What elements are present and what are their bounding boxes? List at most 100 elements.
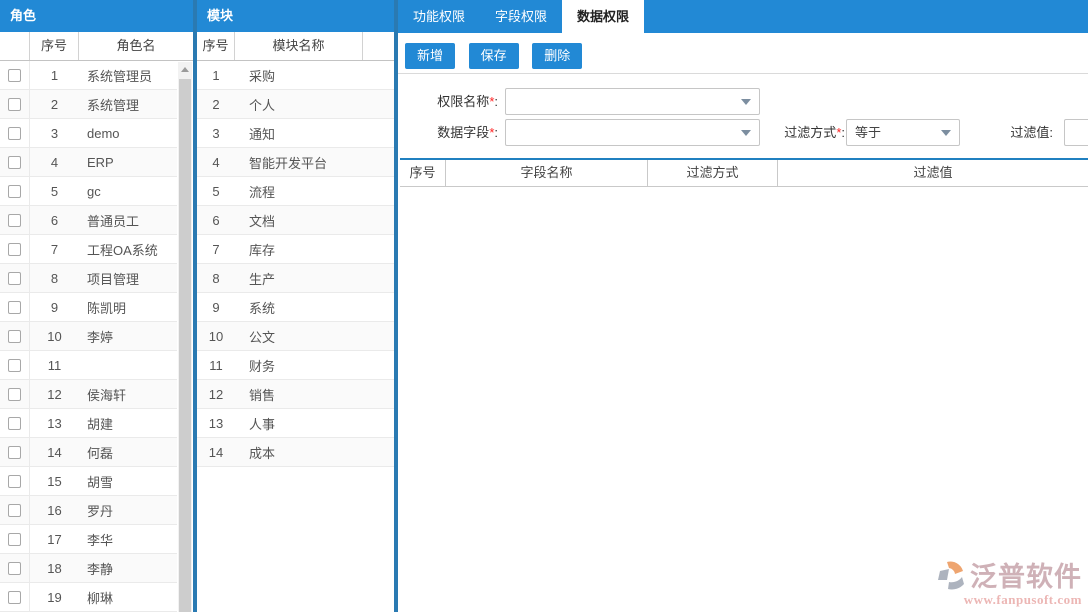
role-row[interactable]: 19 柳琳 <box>0 583 177 612</box>
role-name: 陈凯明 <box>79 298 177 317</box>
role-checkbox[interactable] <box>8 69 21 82</box>
role-row[interactable]: 16 罗丹 <box>0 496 177 525</box>
module-row[interactable]: 9 系统 <box>197 293 394 322</box>
module-number: 1 <box>197 68 235 83</box>
role-number: 9 <box>30 300 79 315</box>
role-row[interactable]: 4 ERP <box>0 148 177 177</box>
role-row[interactable]: 3 demo <box>0 119 177 148</box>
role-checkbox[interactable] <box>8 272 21 285</box>
role-checkbox-cell <box>0 467 30 495</box>
role-checkbox[interactable] <box>8 417 21 430</box>
tab-data-permission[interactable]: 数据权限 <box>562 0 644 36</box>
role-row[interactable]: 7 工程OA系统 <box>0 235 177 264</box>
role-checkbox[interactable] <box>8 98 21 111</box>
role-checkbox[interactable] <box>8 475 21 488</box>
filter-value-input[interactable] <box>1064 119 1088 146</box>
role-row[interactable]: 1 系统管理员 <box>0 61 177 90</box>
role-row[interactable]: 10 李婷 <box>0 322 177 351</box>
role-checkbox[interactable] <box>8 330 21 343</box>
role-row[interactable]: 14 何磊 <box>0 438 177 467</box>
role-row[interactable]: 5 gc <box>0 177 177 206</box>
tab-field-permission[interactable]: 字段权限 <box>480 0 562 36</box>
role-row[interactable]: 15 胡雪 <box>0 467 177 496</box>
role-checkbox-cell <box>0 380 30 408</box>
module-name: 财务 <box>235 356 394 375</box>
module-row[interactable]: 12 销售 <box>197 380 394 409</box>
role-name: 项目管理 <box>79 269 177 288</box>
role-checkbox-cell <box>0 322 30 350</box>
role-row[interactable]: 8 项目管理 <box>0 264 177 293</box>
roles-row-list: 1 系统管理员 2 系统管理 3 demo <box>0 61 177 612</box>
role-name: 胡建 <box>79 414 177 433</box>
role-checkbox[interactable] <box>8 359 21 372</box>
module-name: 成本 <box>235 443 394 462</box>
role-checkbox[interactable] <box>8 185 21 198</box>
module-row[interactable]: 7 库存 <box>197 235 394 264</box>
toolbar: 新增 保存 删除 <box>398 36 1088 74</box>
role-checkbox[interactable] <box>8 533 21 546</box>
role-checkbox[interactable] <box>8 562 21 575</box>
scroll-up-button[interactable] <box>178 62 192 77</box>
role-row[interactable]: 6 普通员工 <box>0 206 177 235</box>
role-row[interactable]: 2 系统管理 <box>0 90 177 119</box>
brand-url: www.fanpusoft.com <box>935 592 1082 608</box>
role-checkbox[interactable] <box>8 504 21 517</box>
role-checkbox[interactable] <box>8 591 21 604</box>
role-checkbox-cell <box>0 264 30 292</box>
module-row[interactable]: 3 通知 <box>197 119 394 148</box>
module-row[interactable]: 4 智能开发平台 <box>197 148 394 177</box>
permission-name-select[interactable] <box>505 88 760 115</box>
role-checkbox[interactable] <box>8 214 21 227</box>
add-button[interactable]: 新增 <box>405 43 455 69</box>
role-name: 侯海轩 <box>79 385 177 404</box>
module-row[interactable]: 14 成本 <box>197 438 394 467</box>
role-name: 何磊 <box>79 443 177 462</box>
module-number: 11 <box>197 358 235 373</box>
module-number: 9 <box>197 300 235 315</box>
module-name: 流程 <box>235 182 394 201</box>
filter-mode-value: 等于 <box>855 125 881 140</box>
role-checkbox[interactable] <box>8 301 21 314</box>
module-row[interactable]: 2 个人 <box>197 90 394 119</box>
module-row[interactable]: 10 公文 <box>197 322 394 351</box>
module-row[interactable]: 8 生产 <box>197 264 394 293</box>
delete-button[interactable]: 删除 <box>532 43 582 69</box>
role-name: 柳琳 <box>79 588 177 607</box>
module-name: 公文 <box>235 327 394 346</box>
role-checkbox-cell <box>0 525 30 553</box>
role-row[interactable]: 18 李静 <box>0 554 177 583</box>
module-row[interactable]: 1 采购 <box>197 61 394 90</box>
role-checkbox[interactable] <box>8 446 21 459</box>
role-name: ERP <box>79 155 177 170</box>
role-row[interactable]: 17 李华 <box>0 525 177 554</box>
module-name: 系统 <box>235 298 394 317</box>
module-name: 销售 <box>235 385 394 404</box>
save-button[interactable]: 保存 <box>469 43 519 69</box>
module-row[interactable]: 6 文档 <box>197 206 394 235</box>
roles-scrollbar[interactable] <box>178 62 192 612</box>
module-row[interactable]: 11 财务 <box>197 351 394 380</box>
module-row[interactable]: 5 流程 <box>197 177 394 206</box>
role-checkbox-cell <box>0 235 30 263</box>
role-row[interactable]: 13 胡建 <box>0 409 177 438</box>
filter-mode-select[interactable]: 等于 <box>846 119 960 146</box>
role-checkbox[interactable] <box>8 388 21 401</box>
role-number: 18 <box>30 561 79 576</box>
role-number: 6 <box>30 213 79 228</box>
module-row[interactable]: 13 人事 <box>197 409 394 438</box>
role-row[interactable]: 9 陈凯明 <box>0 293 177 322</box>
role-checkbox[interactable] <box>8 243 21 256</box>
roles-header-num: 序号 <box>30 32 79 60</box>
scrollbar-thumb[interactable] <box>179 79 191 612</box>
role-checkbox[interactable] <box>8 127 21 140</box>
role-name: 胡雪 <box>79 472 177 491</box>
role-checkbox[interactable] <box>8 156 21 169</box>
tab-function-permission[interactable]: 功能权限 <box>398 0 480 36</box>
role-number: 13 <box>30 416 79 431</box>
role-name: 李婷 <box>79 327 177 346</box>
role-number: 3 <box>30 126 79 141</box>
role-row[interactable]: 11 <box>0 351 177 380</box>
role-row[interactable]: 12 侯海轩 <box>0 380 177 409</box>
module-number: 13 <box>197 416 235 431</box>
data-field-select[interactable] <box>505 119 760 146</box>
